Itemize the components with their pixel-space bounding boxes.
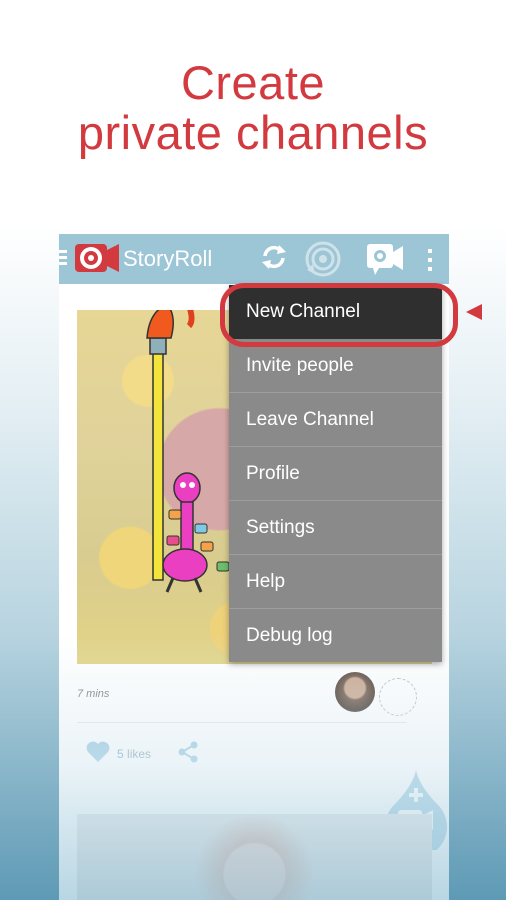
likes-label: likes xyxy=(127,747,152,761)
menu-item-debug-log[interactable]: Debug log xyxy=(229,609,442,662)
menu-item-help[interactable]: Help xyxy=(229,555,442,609)
share-icon[interactable] xyxy=(177,740,199,764)
headline: Create private channels xyxy=(0,58,506,158)
storyroll-logo-icon xyxy=(75,244,119,272)
heart-icon[interactable] xyxy=(85,740,111,764)
menu-item-invite-people[interactable]: Invite people xyxy=(229,339,442,393)
headline-line-2: private channels xyxy=(77,106,429,159)
refresh-icon[interactable] xyxy=(259,242,289,272)
menu-item-profile[interactable]: Profile xyxy=(229,447,442,501)
app-title: StoryRoll xyxy=(123,246,213,271)
menu-icon[interactable] xyxy=(59,250,67,268)
video-camera-icon[interactable] xyxy=(365,240,405,278)
post-time: 7 mins xyxy=(77,688,110,700)
app-bar: StoryRoll xyxy=(59,234,449,284)
channels-icon[interactable] xyxy=(303,240,343,278)
menu-item-settings[interactable]: Settings xyxy=(229,501,442,555)
overflow-menu-icon[interactable] xyxy=(425,248,435,272)
avatar[interactable] xyxy=(335,672,375,712)
next-post-photo[interactable] xyxy=(77,814,432,900)
divider xyxy=(77,722,407,723)
likes-count: 5 likes xyxy=(117,747,151,761)
pointer-arrow-icon xyxy=(466,304,482,320)
empty-avatar-slot xyxy=(379,678,417,716)
menu-item-leave-channel[interactable]: Leave Channel xyxy=(229,393,442,447)
likes-number: 5 xyxy=(117,747,124,761)
headline-line-1: Create xyxy=(180,56,326,109)
highlight-ring xyxy=(220,283,458,347)
